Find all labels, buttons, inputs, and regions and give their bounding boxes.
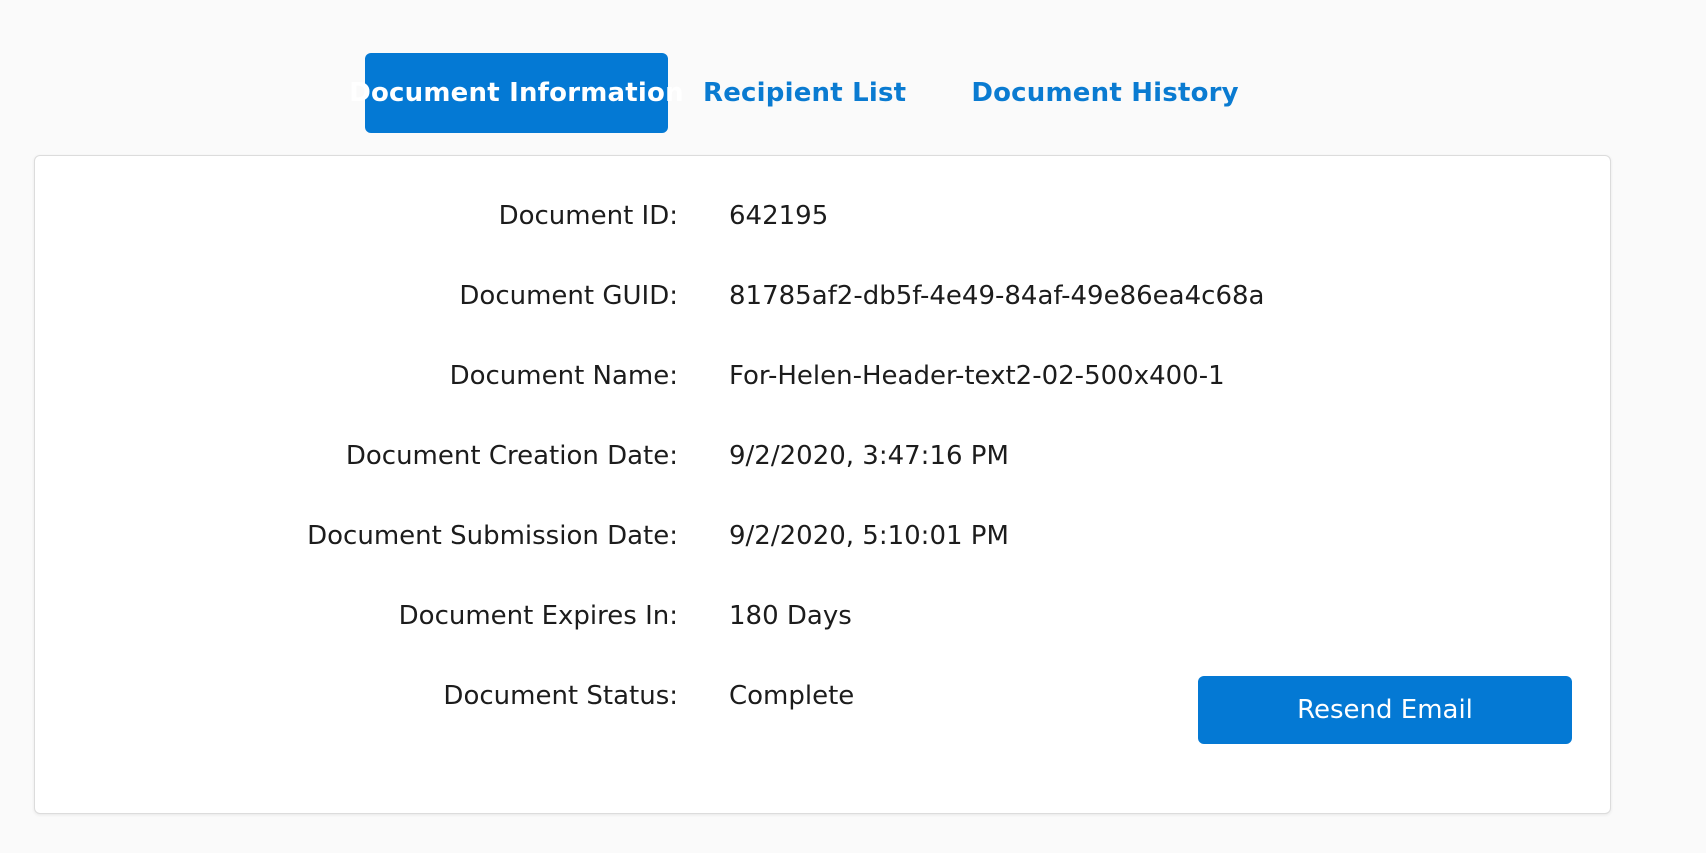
field-label: Document Submission Date: [307, 521, 678, 551]
field-label: Document Name: [449, 361, 678, 391]
field-row-document-id: Document ID: 642195 [35, 196, 1610, 236]
field-row-document-name: Document Name: For-Helen-Header-text2-02… [35, 356, 1610, 396]
document-tabs: Document Information Recipient List Docu… [349, 53, 1239, 133]
resend-email-button[interactable]: Resend Email [1198, 676, 1572, 744]
field-label: Document GUID: [459, 281, 678, 311]
field-value: 81785af2-db5f-4e49-84af-49e86ea4c68a [729, 281, 1265, 311]
document-info-panel: Document ID: 642195 Document GUID: 81785… [34, 155, 1611, 814]
field-value: 180 Days [729, 601, 852, 631]
field-row-submission-date: Document Submission Date: 9/2/2020, 5:10… [35, 516, 1610, 556]
tab-recipient-list[interactable]: Recipient List [703, 53, 906, 133]
tab-document-history[interactable]: Document History [971, 53, 1239, 133]
field-label: Document Creation Date: [345, 441, 678, 471]
field-label: Document Expires In: [398, 601, 678, 631]
field-value: 642195 [729, 201, 829, 231]
field-label: Document Status: [443, 681, 678, 711]
field-label: Document ID: [498, 201, 678, 231]
tab-document-information[interactable]: Document Information [349, 53, 684, 133]
status-value: Complete [729, 681, 855, 711]
field-value: 9/2/2020, 5:10:01 PM [729, 521, 1009, 551]
field-value: For-Helen-Header-text2-02-500x400-1 [729, 361, 1225, 391]
field-row-expires-in: Document Expires In: 180 Days [35, 596, 1610, 636]
field-value: 9/2/2020, 3:47:16 PM [729, 441, 1009, 471]
field-row-document-guid: Document GUID: 81785af2-db5f-4e49-84af-4… [35, 276, 1610, 316]
field-row-creation-date: Document Creation Date: 9/2/2020, 3:47:1… [35, 436, 1610, 476]
